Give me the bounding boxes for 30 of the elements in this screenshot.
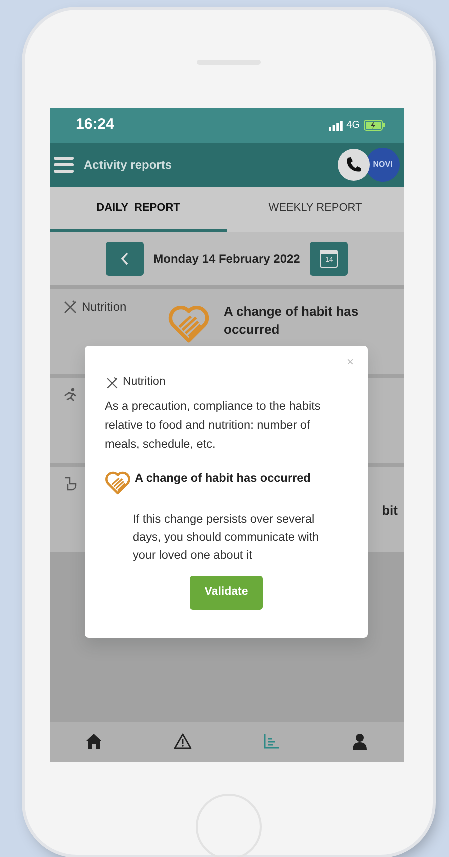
report-tab[interactable]: WEEKLY REPORT (227, 187, 404, 232)
person-icon (350, 733, 369, 751)
alert-title: A change of habit has occurred (135, 470, 311, 488)
warning-icon (174, 733, 192, 751)
network-label: 4G (346, 119, 360, 133)
status-time: 16:24 (76, 115, 114, 136)
cutlery-icon (105, 376, 119, 390)
cutlery-icon (62, 299, 78, 315)
brand-logo: NOVI (366, 148, 400, 182)
advice-text: If this change persists over several days, you should communicate with your loved one about it (133, 511, 320, 564)
call-button[interactable] (338, 149, 370, 181)
status-text: bit (382, 502, 398, 520)
app-title: Activity reports (84, 157, 174, 174)
toilet-icon (62, 476, 78, 492)
running-icon (62, 387, 78, 403)
signal-icon (328, 120, 343, 130)
date-label: Monday 14 February 2022 (154, 250, 300, 268)
bar-chart-icon (262, 733, 280, 751)
chevron-left-icon (120, 252, 129, 266)
phone-icon (345, 156, 363, 174)
status-text: A change of habit has occurred (224, 303, 360, 338)
category-label: Nutrition (82, 299, 127, 316)
previous-day-button[interactable] (106, 242, 144, 276)
menu-icon (54, 156, 74, 173)
home-icon (85, 733, 104, 751)
validate-button[interactable]: Validate (190, 576, 264, 610)
battery-icon (364, 120, 386, 131)
modal-category: Nutrition (123, 375, 166, 390)
modal-description: As a precaution, compliance to the habits relative to food and nutrition: number of meals, schedule, etc. (105, 398, 322, 454)
heart-hands-icon (105, 470, 131, 496)
